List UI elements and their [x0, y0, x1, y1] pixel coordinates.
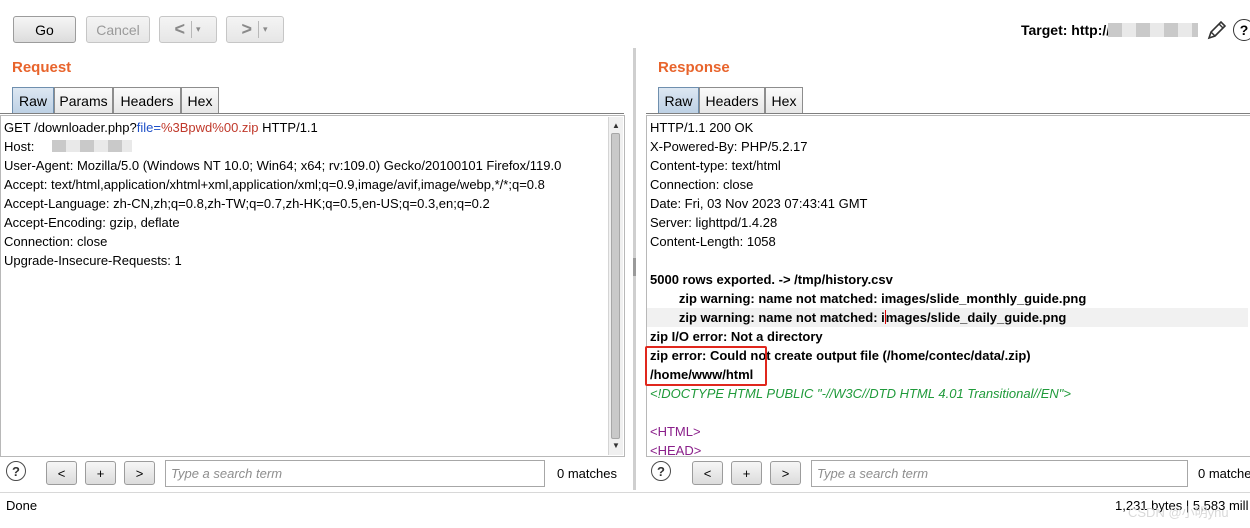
- request-search-help-icon[interactable]: ?: [6, 461, 26, 481]
- response-search-input[interactable]: [811, 460, 1188, 487]
- response-search-next-button[interactable]: >: [770, 461, 801, 485]
- request-search-input[interactable]: [165, 460, 545, 487]
- request-search-next-button[interactable]: >: [124, 461, 155, 485]
- response-html-tag: <HTML>: [650, 424, 701, 439]
- request-header-line: Upgrade-Insecure-Requests: 1: [4, 253, 182, 268]
- request-editor[interactable]: GET /downloader.php?file=%3Bpwd%00.zip H…: [0, 115, 625, 457]
- response-editor[interactable]: HTTP/1.1 200 OK X-Powered-By: PHP/5.2.17…: [646, 115, 1250, 457]
- host-header: Host:: [4, 139, 35, 154]
- tab-request-raw[interactable]: Raw: [12, 87, 54, 114]
- forward-dropdown-icon[interactable]: ▾: [259, 24, 273, 35]
- request-header-line: Connection: close: [4, 234, 108, 249]
- request-header-line: Accept-Encoding: gzip, deflate: [4, 215, 180, 230]
- divider-grip-icon[interactable]: [633, 258, 636, 276]
- response-title: Response: [658, 59, 730, 76]
- pencil-icon[interactable]: [1205, 18, 1229, 42]
- request-title: Request: [12, 59, 72, 76]
- response-header-line: Server: lighttpd/1.4.28: [650, 215, 778, 230]
- response-header-line: X-Powered-By: PHP/5.2.17: [650, 139, 808, 154]
- request-search-prev-button[interactable]: <: [46, 461, 77, 485]
- request-header-line: Accept: text/html,application/xhtml+xml,…: [4, 177, 545, 192]
- forward-button[interactable]: > ▾: [226, 16, 284, 43]
- request-search-add-button[interactable]: +: [85, 461, 116, 485]
- go-button[interactable]: Go: [13, 16, 76, 43]
- watermark: CSDN @小明ynu: [1128, 505, 1229, 520]
- request-line: GET /downloader.php?file=%3Bpwd%00.zip H…: [4, 120, 318, 135]
- back-button[interactable]: < ▾: [159, 16, 217, 43]
- response-status-line: HTTP/1.1 200 OK: [650, 120, 754, 135]
- request-match-count: 0 matches: [557, 466, 617, 481]
- response-body-line-current: zip warning: name not matched: images/sl…: [647, 308, 1248, 327]
- highlight-annotation-box: [645, 346, 767, 386]
- tab-request-hex[interactable]: Hex: [181, 87, 219, 114]
- target-label: Target: http://: [1021, 22, 1111, 38]
- response-doctype: <!DOCTYPE HTML PUBLIC "-//W3C//DTD HTML …: [650, 386, 1072, 401]
- cancel-button[interactable]: Cancel: [86, 16, 150, 43]
- tab-response-raw[interactable]: Raw: [658, 87, 699, 114]
- help-icon[interactable]: ?: [1233, 19, 1250, 41]
- host-value-redacted: [52, 140, 132, 152]
- back-arrow-icon: <: [174, 19, 185, 39]
- response-body-line: 5000 rows exported. -> /tmp/history.csv: [650, 272, 893, 287]
- response-header-line: Content-type: text/html: [650, 158, 781, 173]
- status-text: Done: [6, 498, 38, 513]
- scroll-thumb[interactable]: [611, 133, 620, 439]
- response-search-prev-button[interactable]: <: [692, 461, 723, 485]
- pane-divider[interactable]: [633, 48, 636, 490]
- response-head-tag: <HEAD>: [650, 443, 702, 457]
- response-match-count: 0 matche: [1198, 466, 1250, 481]
- response-header-line: Date: Fri, 03 Nov 2023 07:43:41 GMT: [650, 196, 868, 211]
- response-header-line: Connection: close: [650, 177, 754, 192]
- response-header-line: Content-Length: 1058: [650, 234, 776, 249]
- tab-request-headers[interactable]: Headers: [113, 87, 181, 114]
- tab-request-params[interactable]: Params: [54, 87, 113, 114]
- response-body-line: zip warning: name not matched: images/sl…: [650, 291, 1087, 306]
- response-body-line: zip I/O error: Not a directory: [650, 329, 823, 344]
- forward-arrow-icon: >: [241, 19, 252, 39]
- scroll-up-icon[interactable]: ▲: [609, 119, 623, 133]
- target-host-redacted: [1108, 23, 1198, 37]
- back-dropdown-icon[interactable]: ▾: [192, 24, 206, 35]
- scroll-down-icon[interactable]: ▼: [609, 439, 623, 453]
- tab-response-hex[interactable]: Hex: [765, 87, 803, 114]
- request-header-line: User-Agent: Mozilla/5.0 (Windows NT 10.0…: [4, 158, 562, 173]
- response-search-add-button[interactable]: +: [731, 461, 762, 485]
- tab-response-headers[interactable]: Headers: [699, 87, 765, 114]
- request-scrollbar[interactable]: ▲ ▼: [608, 117, 623, 455]
- response-search-help-icon[interactable]: ?: [651, 461, 671, 481]
- request-header-line: Accept-Language: zh-CN,zh;q=0.8,zh-TW;q=…: [4, 196, 490, 211]
